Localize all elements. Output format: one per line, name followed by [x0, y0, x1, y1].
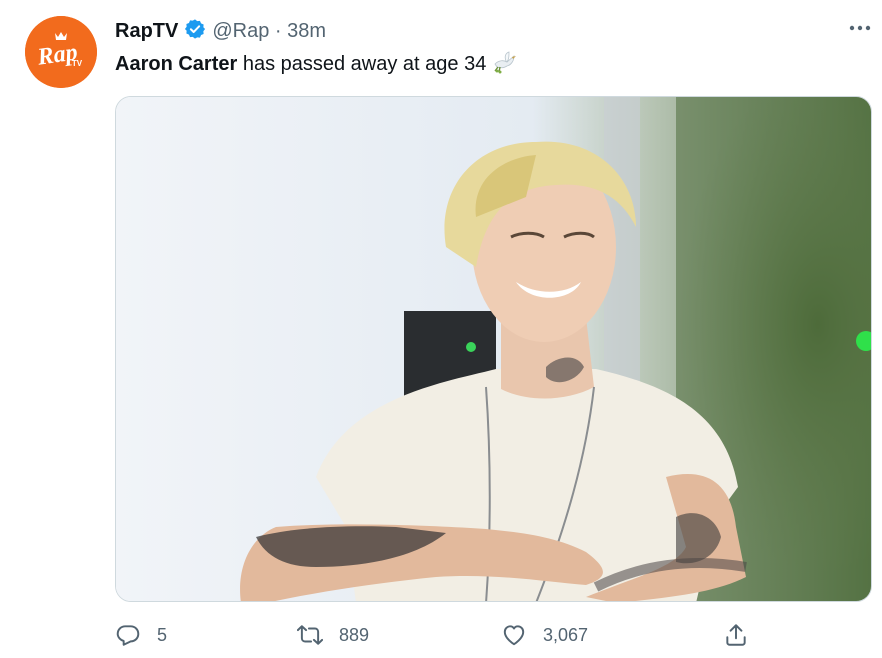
verified-badge-icon: [184, 18, 206, 40]
author-avatar[interactable]: Rap TV: [25, 16, 97, 88]
reply-button[interactable]: 5: [115, 620, 167, 650]
share-button[interactable]: [723, 620, 749, 650]
retweet-count: 889: [339, 624, 370, 645]
raptv-logo: Rap TV: [25, 16, 97, 88]
tweet-text-body: has passed away at age 34: [237, 53, 487, 75]
retweet-button[interactable]: 889: [297, 620, 369, 650]
separator-dot: ·: [274, 20, 282, 42]
svg-text:TV: TV: [72, 59, 83, 68]
tweet-actions: 5 889 3,067: [115, 620, 755, 650]
like-button[interactable]: 3,067: [501, 620, 588, 650]
heart-icon: [503, 625, 525, 646]
tweet-photo[interactable]: [115, 96, 872, 602]
tweet-header: RapTV @Rap · 38m: [115, 18, 862, 44]
reply-count: 5: [157, 624, 168, 645]
tweet-text-bold: Aaron Carter: [115, 53, 238, 75]
retweet-icon: [297, 625, 323, 645]
reply-icon: [116, 625, 140, 646]
photo-aaron-carter: [116, 97, 871, 601]
dove-emoji-icon: [492, 50, 518, 74]
tweet-text: Aaron Carter has passed away at age 34: [115, 50, 518, 76]
more-options-icon[interactable]: [848, 18, 872, 38]
author-name[interactable]: RapTV: [115, 20, 178, 42]
author-handle[interactable]: @Rap: [212, 20, 269, 42]
tweet-timestamp[interactable]: 38m: [287, 20, 326, 42]
like-count: 3,067: [543, 624, 589, 645]
share-icon: [726, 624, 746, 646]
